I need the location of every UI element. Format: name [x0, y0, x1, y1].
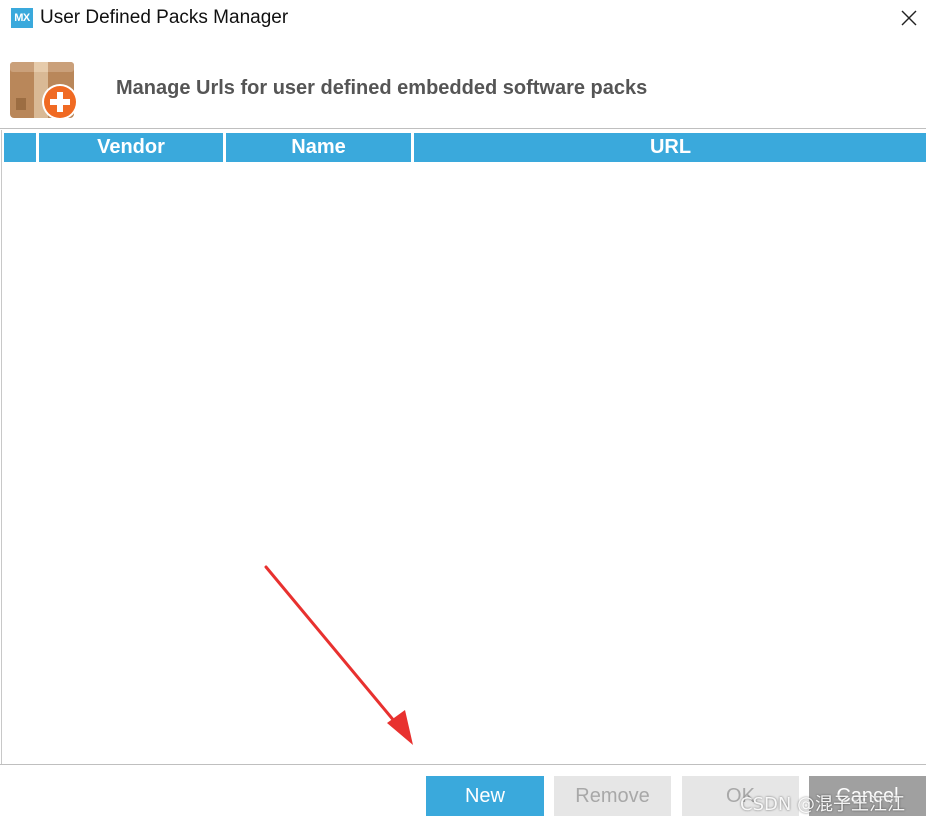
column-header-name[interactable]: Name — [226, 133, 411, 162]
package-add-icon — [10, 62, 78, 120]
header-divider — [0, 128, 926, 129]
column-header-select[interactable] — [4, 133, 36, 162]
remove-button[interactable]: Remove — [554, 776, 671, 816]
column-header-url[interactable]: URL — [414, 133, 926, 162]
close-icon — [901, 10, 917, 26]
window-title: User Defined Packs Manager — [40, 7, 289, 28]
title-bar: MX User Defined Packs Manager — [0, 0, 926, 38]
footer-divider — [0, 764, 926, 765]
header-banner: Manage Urls for user defined embedded so… — [0, 40, 926, 128]
cancel-button[interactable]: Cancel — [809, 776, 926, 816]
user-defined-packs-manager-window: MX User Defined Packs Manager Manage Url… — [0, 0, 926, 824]
header-description: Manage Urls for user defined embedded so… — [116, 77, 648, 99]
packs-table[interactable]: Vendor Name URL — [1, 130, 926, 764]
mx-app-icon: MX — [11, 8, 33, 28]
ok-button[interactable]: OK — [682, 776, 799, 816]
column-header-vendor[interactable]: Vendor — [39, 133, 223, 162]
close-button[interactable] — [892, 2, 926, 34]
new-button[interactable]: New — [426, 776, 544, 816]
table-header: Vendor Name URL — [2, 130, 926, 162]
